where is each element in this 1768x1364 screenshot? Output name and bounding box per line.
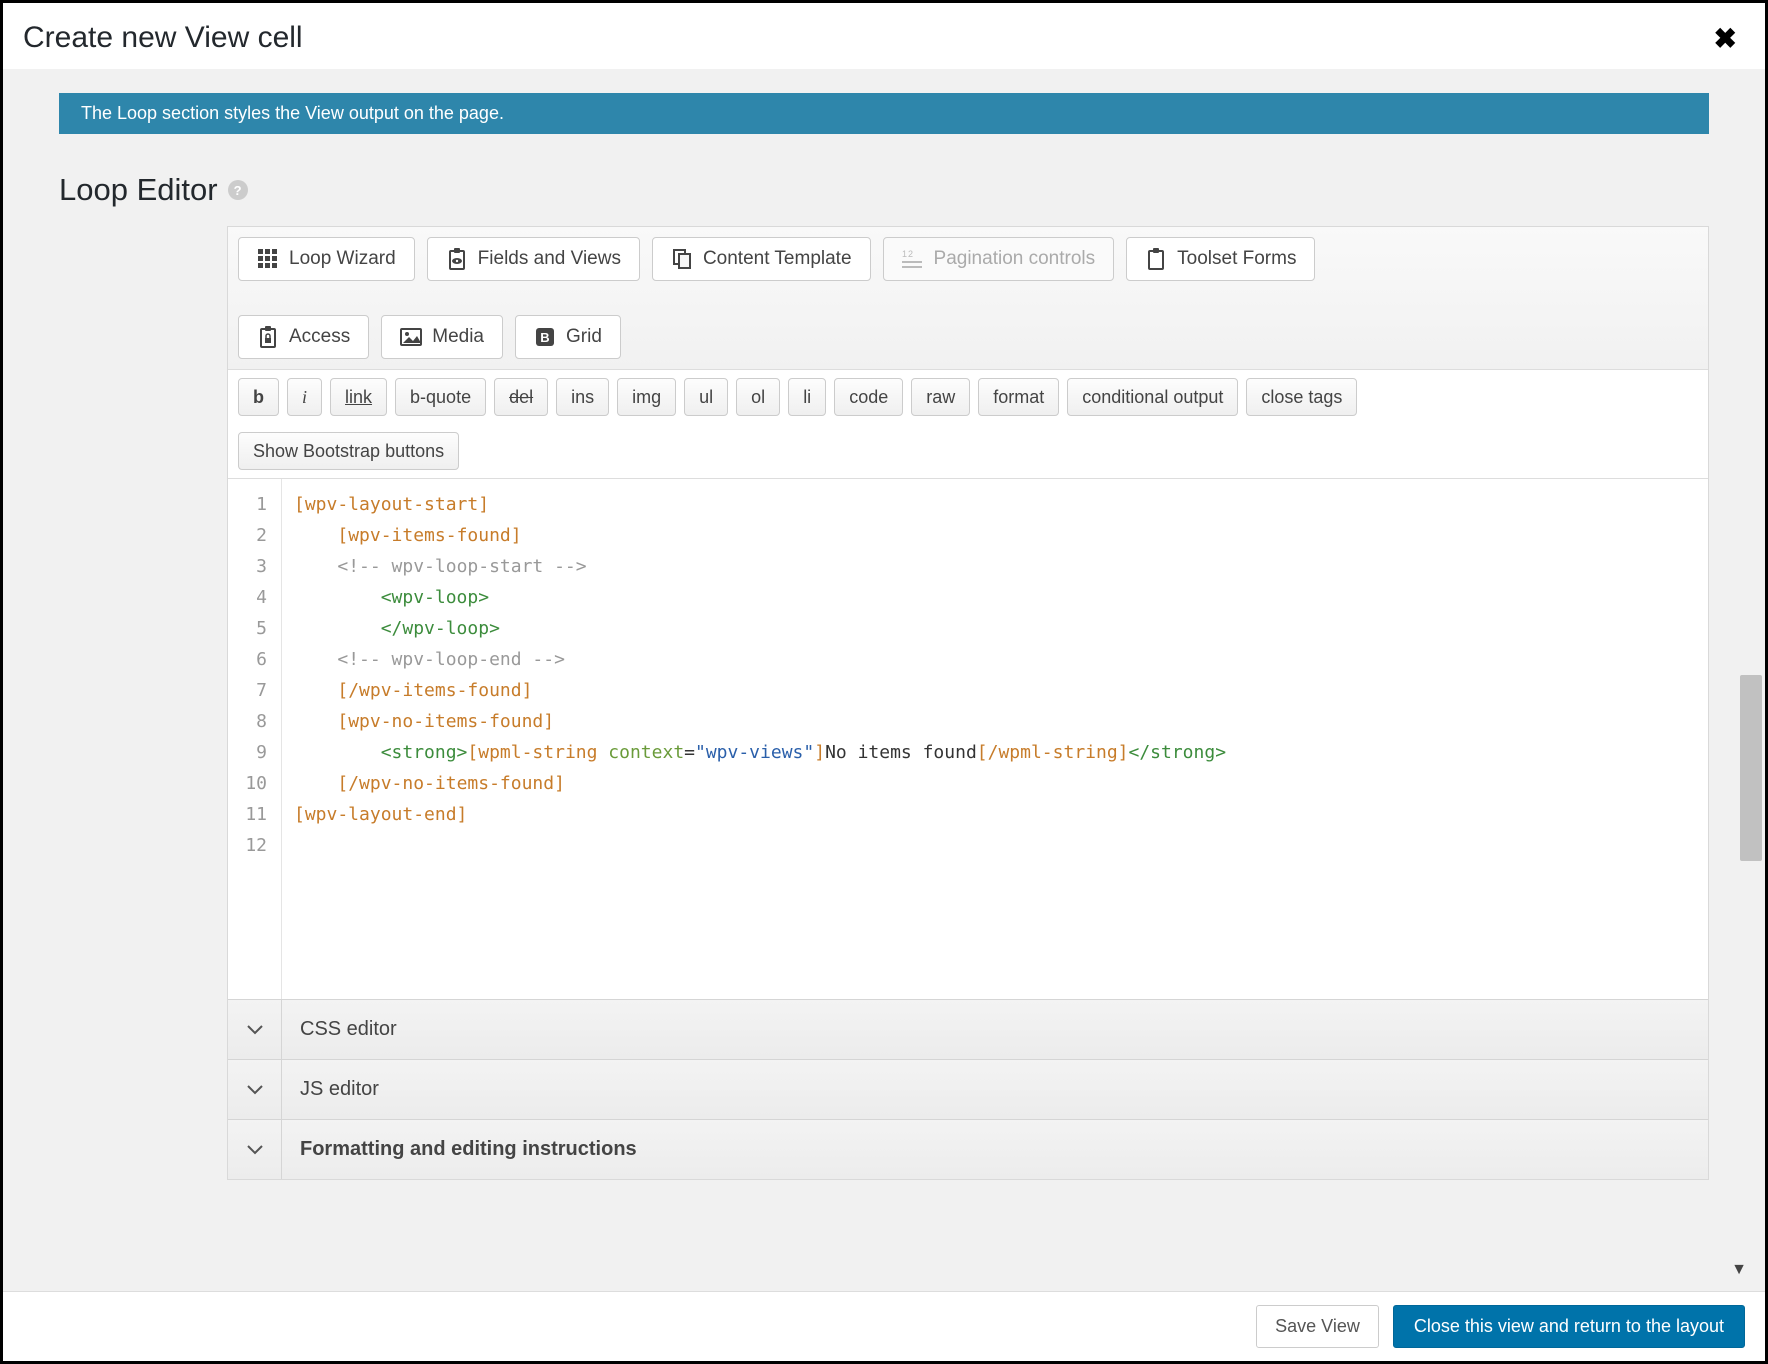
clipboard-eye-icon [446, 248, 468, 270]
info-bar: The Loop section styles the View output … [59, 93, 1709, 134]
scrollbar-thumb[interactable] [1740, 675, 1762, 861]
button-label: Access [289, 326, 350, 348]
button-label: Content Template [703, 248, 852, 270]
grid-icon [257, 248, 279, 270]
line-number: 1 [228, 489, 271, 520]
code-editor[interactable]: 123456789101112 [wpv-layout-start] [wpv-… [228, 479, 1708, 999]
section-heading: Loop Editor ? [59, 172, 1709, 208]
loop-wizard-button[interactable]: Loop Wizard [238, 237, 415, 281]
line-number: 5 [228, 613, 271, 644]
line-number: 8 [228, 706, 271, 737]
code-content[interactable]: [wpv-layout-start] [wpv-items-found] <!-… [282, 479, 1708, 999]
close-icon[interactable]: ✖ [1706, 22, 1745, 55]
image-icon [400, 326, 422, 348]
b-box-icon: B [534, 326, 556, 348]
close-view-button[interactable]: Close this view and return to the layout [1393, 1305, 1745, 1348]
fmt-close-tags-button[interactable]: close tags [1246, 378, 1357, 416]
fmt-ul-button[interactable]: ul [684, 378, 728, 416]
help-icon[interactable]: ? [228, 180, 248, 200]
chevron-down-icon [228, 1120, 282, 1179]
section-heading-text: Loop Editor [59, 172, 218, 208]
line-number: 4 [228, 582, 271, 613]
fmt-raw-button[interactable]: raw [911, 378, 970, 416]
format-bar: bilinkb-quotedelinsimgulollicoderawforma… [228, 370, 1708, 479]
line-number: 2 [228, 520, 271, 551]
button-label: Toolset Forms [1177, 248, 1296, 270]
toolbar: Loop Wizard Fields and Views Content Templ… [228, 227, 1708, 370]
line-number: 12 [228, 830, 271, 861]
chevron-down-icon [228, 1000, 282, 1059]
clipboard-icon [1145, 248, 1167, 270]
pagination-controls-button: 12 Pagination controls [883, 237, 1115, 281]
modal-footer: Save View Close this view and return to … [3, 1291, 1765, 1361]
modal-title: Create new View cell [23, 21, 303, 55]
media-button[interactable]: Media [381, 315, 503, 359]
modal-header: Create new View cell ✖ [3, 3, 1765, 74]
fmt-ins-button[interactable]: ins [556, 378, 609, 416]
fmt-format-button[interactable]: format [978, 378, 1059, 416]
clipboard-lock-icon [257, 326, 279, 348]
accordion-css-editor[interactable]: CSS editor [228, 999, 1708, 1059]
fmt-del-button[interactable]: del [494, 378, 548, 416]
fmt-b-quote-button[interactable]: b-quote [395, 378, 486, 416]
modal-body: The Loop section styles the View output … [3, 69, 1765, 1291]
line-number: 3 [228, 551, 271, 582]
editor-panel: Loop Wizard Fields and Views Content Templ… [227, 226, 1709, 1180]
toolset-forms-button[interactable]: Toolset Forms [1126, 237, 1315, 281]
svg-text:1: 1 [902, 249, 907, 259]
line-number: 11 [228, 799, 271, 830]
grid-button[interactable]: B Grid [515, 315, 621, 359]
button-label: Loop Wizard [289, 248, 396, 270]
line-number: 9 [228, 737, 271, 768]
numlist-icon: 12 [902, 248, 924, 270]
accordion-js-editor[interactable]: JS editor [228, 1059, 1708, 1119]
fmt-img-button[interactable]: img [617, 378, 676, 416]
save-view-button[interactable]: Save View [1256, 1305, 1379, 1348]
line-number: 6 [228, 644, 271, 675]
fmt-code-button[interactable]: code [834, 378, 903, 416]
chevron-down-icon [228, 1060, 282, 1119]
svg-text:2: 2 [908, 249, 913, 259]
button-label: Grid [566, 326, 602, 348]
access-button[interactable]: Access [238, 315, 369, 359]
accordion-label: Formatting and editing instructions [282, 1138, 637, 1161]
button-label: Media [432, 326, 484, 348]
modal-viewport: Create new View cell ✖ ▲ The Loop sectio… [0, 0, 1768, 1364]
fmt-link-button[interactable]: link [330, 378, 387, 416]
doc-copy-icon [671, 248, 693, 270]
button-label: Pagination controls [934, 248, 1096, 270]
fmt-conditional-output-button[interactable]: conditional output [1067, 378, 1238, 416]
scroll-down-icon[interactable]: ▼ [1731, 1261, 1747, 1279]
accordion-label: JS editor [282, 1078, 379, 1101]
code-gutter: 123456789101112 [228, 479, 282, 999]
accordion-label: CSS editor [282, 1018, 397, 1041]
accordion-formatting[interactable]: Formatting and editing instructions [228, 1119, 1708, 1179]
content-template-button[interactable]: Content Template [652, 237, 871, 281]
fmt-b-button[interactable]: b [238, 378, 279, 416]
show-bootstrap-button[interactable]: Show Bootstrap buttons [238, 432, 459, 470]
line-number: 10 [228, 768, 271, 799]
fields-views-button[interactable]: Fields and Views [427, 237, 640, 281]
fmt-i-button[interactable]: i [287, 378, 322, 416]
fmt-ol-button[interactable]: ol [736, 378, 780, 416]
line-number: 7 [228, 675, 271, 706]
button-label: Fields and Views [478, 248, 621, 270]
fmt-li-button[interactable]: li [788, 378, 826, 416]
svg-text:B: B [540, 330, 549, 345]
